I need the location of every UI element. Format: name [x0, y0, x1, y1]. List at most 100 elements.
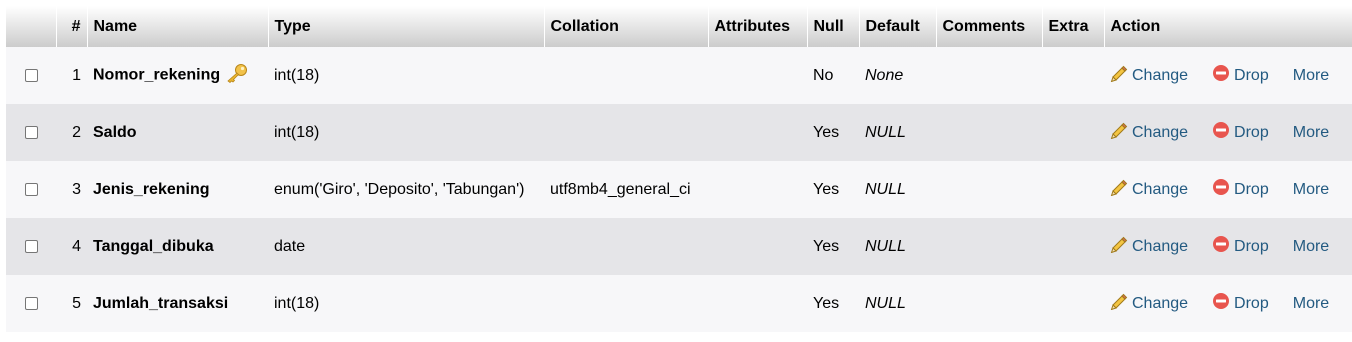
column-comments: [936, 218, 1042, 275]
column-default: None: [859, 47, 936, 104]
table-row: 4 Tanggal_dibuka date Yes NULL Change Dro…: [6, 218, 1352, 275]
column-collation: [544, 218, 708, 275]
column-null: Yes: [807, 275, 859, 332]
row-checkbox[interactable]: [24, 68, 38, 82]
column-collation: utf8mb4_general_ci: [544, 161, 708, 218]
header-name[interactable]: Name: [87, 6, 269, 47]
column-collation: [544, 275, 708, 332]
change-link[interactable]: Change: [1110, 178, 1189, 201]
change-link[interactable]: Change: [1110, 292, 1189, 315]
column-name: Saldo: [93, 123, 137, 141]
row-number: 1: [56, 47, 87, 104]
column-default: NULL: [859, 104, 936, 161]
column-actions: Change Drop More: [1104, 104, 1352, 161]
change-label: Change: [1132, 123, 1189, 141]
row-select-cell: [6, 275, 56, 332]
column-name-cell: Jenis_rekening: [87, 161, 268, 218]
column-attributes: [708, 47, 807, 104]
drop-link[interactable]: Drop: [1212, 178, 1269, 201]
table-row: 2 Saldo int(18) Yes NULL Change Drop More: [6, 104, 1352, 161]
row-select-cell: [6, 47, 56, 104]
drop-link[interactable]: Drop: [1212, 64, 1269, 87]
drop-link[interactable]: Drop: [1212, 121, 1269, 144]
header-action: Action: [1104, 6, 1352, 47]
header-comments[interactable]: Comments: [936, 6, 1043, 47]
drop-label: Drop: [1234, 237, 1269, 255]
header-attributes[interactable]: Attributes: [708, 6, 808, 47]
row-number: 2: [56, 104, 87, 161]
column-name: Nomor_rekening: [93, 66, 221, 84]
pencil-icon: [1110, 235, 1128, 258]
pencil-icon: [1110, 292, 1128, 315]
row-checkbox[interactable]: [24, 182, 38, 196]
change-label: Change: [1132, 294, 1189, 312]
row-checkbox[interactable]: [24, 239, 38, 253]
column-name: Jumlah_transaksi: [93, 294, 229, 312]
column-attributes: [708, 161, 807, 218]
table-structure: # Name Type Collation Attributes Null De…: [6, 6, 1352, 332]
column-extra: [1042, 275, 1104, 332]
column-actions: Change Drop More: [1104, 218, 1352, 275]
drop-icon: [1212, 121, 1230, 144]
header-select: [6, 6, 57, 47]
row-checkbox[interactable]: [24, 296, 38, 310]
header-collation[interactable]: Collation: [544, 6, 709, 47]
column-null: Yes: [807, 218, 859, 275]
column-name: Jenis_rekening: [93, 180, 210, 198]
column-comments: [936, 104, 1042, 161]
change-link[interactable]: Change: [1110, 235, 1189, 258]
column-extra: [1042, 218, 1104, 275]
drop-icon: [1212, 178, 1230, 201]
table-row: 3 Jenis_rekening enum('Giro', 'Deposito'…: [6, 161, 1352, 218]
column-actions: Change Drop More: [1104, 161, 1352, 218]
column-collation: [544, 104, 708, 161]
change-label: Change: [1132, 66, 1189, 84]
primary-key-icon: [226, 63, 248, 88]
change-label: Change: [1132, 237, 1189, 255]
column-actions: Change Drop More: [1104, 47, 1352, 104]
column-comments: [936, 275, 1042, 332]
column-default: NULL: [859, 161, 936, 218]
column-extra: [1042, 161, 1104, 218]
pencil-icon: [1110, 178, 1128, 201]
more-label: More: [1292, 123, 1330, 141]
column-type: int(18): [268, 104, 544, 161]
header-num[interactable]: #: [56, 6, 88, 47]
more-link[interactable]: More: [1293, 67, 1329, 84]
header-type[interactable]: Type: [268, 6, 545, 47]
header-extra[interactable]: Extra: [1042, 6, 1105, 47]
column-attributes: [708, 104, 807, 161]
more-label: More: [1292, 294, 1330, 312]
header-null[interactable]: Null: [807, 6, 860, 47]
column-attributes: [708, 218, 807, 275]
change-label: Change: [1132, 180, 1189, 198]
column-actions: Change Drop More: [1104, 275, 1352, 332]
column-null: Yes: [807, 161, 859, 218]
drop-icon: [1212, 64, 1230, 87]
drop-label: Drop: [1234, 294, 1269, 312]
drop-link[interactable]: Drop: [1212, 236, 1269, 255]
column-name-cell: Nomor_rekening: [87, 47, 268, 104]
more-link[interactable]: More: [1293, 181, 1329, 198]
table-row: 5 Jumlah_transaksi int(18) Yes NULL Chan…: [6, 275, 1352, 332]
table-row: 1 Nomor_rekening int(18) No None Change D…: [6, 47, 1352, 104]
more-link[interactable]: More: [1293, 238, 1329, 255]
more-label: More: [1292, 237, 1330, 255]
row-number: 3: [56, 161, 87, 218]
more-link[interactable]: More: [1293, 295, 1329, 312]
column-comments: [936, 161, 1042, 218]
column-name-cell: Tanggal_dibuka: [87, 218, 268, 275]
row-select-cell: [6, 104, 56, 161]
row-checkbox[interactable]: [24, 125, 38, 139]
change-link[interactable]: Change: [1110, 122, 1189, 141]
column-name-cell: Jumlah_transaksi: [87, 275, 268, 332]
drop-icon: [1212, 292, 1230, 315]
row-select-cell: [6, 218, 56, 275]
column-default: NULL: [859, 218, 936, 275]
drop-link[interactable]: Drop: [1212, 292, 1269, 315]
more-link[interactable]: More: [1293, 124, 1329, 141]
column-type: date: [268, 218, 544, 275]
change-link[interactable]: Change: [1110, 65, 1189, 84]
table-header-row: # Name Type Collation Attributes Null De…: [6, 6, 1352, 47]
header-default[interactable]: Default: [859, 6, 937, 47]
